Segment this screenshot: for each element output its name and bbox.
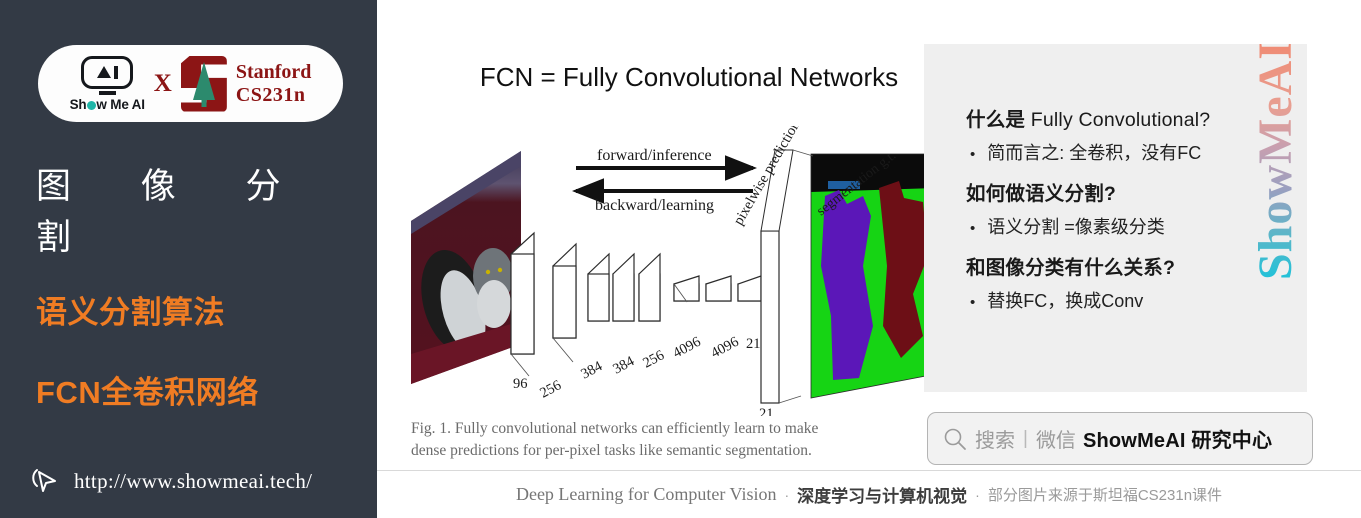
panel-bullet-2: • 语义分割 =像素级分类 (966, 213, 1254, 239)
showmeai-watermark: ShowMeAI (1248, 44, 1303, 280)
backward-label: backward/learning (595, 197, 714, 214)
panel-bullet-1: • 简而言之: 全卷积，没有FC (966, 139, 1254, 165)
panel-heading-1-regular: Fully Convolutional? (1025, 109, 1211, 131)
brand-logo-pill: Sh w Me AI X Stanford CS231n (38, 45, 343, 122)
panel-heading-2: 如何做语义分割? (966, 183, 1117, 205)
ai-badge-icon (81, 55, 134, 89)
panel-bullet-3-text: 替换FC，换成Conv (987, 291, 1144, 311)
ai-badge-stem-icon (98, 90, 116, 95)
sidebar-title: 图 像 分 割 (36, 167, 311, 257)
footer-separator-1: · (784, 486, 790, 503)
figure-caption-line2: dense predictions for per-pixel tasks li… (411, 442, 812, 460)
layer-label-256b: 256 (640, 347, 667, 371)
panel-bullet-3: • 替换FC，换成Conv (966, 287, 1254, 313)
logo-cross-label: X (153, 69, 172, 97)
showmeai-logo-label: Sh w Me AI (69, 96, 145, 112)
sidebar: Sh w Me AI X Stanford CS231n 图 像 分 割 语义分割… (0, 0, 377, 518)
layer-label-384a: 384 (578, 358, 605, 383)
stanford-tree-seal-icon (180, 55, 227, 112)
main-content: FCN = Fully Convolutional Networks forwa… (377, 0, 1361, 518)
cursor-pointer-icon (32, 469, 56, 492)
info-panel: ShowMeAI 什么是 Fully Convolutional? • 简而言之… (924, 44, 1307, 392)
footer-text-note: 部分图片来源于斯坦福CS231n课件 (987, 487, 1223, 504)
sidebar-headline-2: FCN全卷积网络 (36, 375, 259, 410)
footer-text-cn: 深度学习与计算机视觉 (797, 487, 968, 506)
footer-bar: Deep Learning for Computer Vision · 深度学习… (377, 470, 1361, 518)
stanford-course-label: Stanford CS231n (236, 61, 312, 107)
layer-label-21: 21 (746, 336, 761, 352)
search-separator: | (1023, 427, 1028, 449)
layer-label-96: 96 (513, 376, 528, 392)
figure-caption-line1: Fig. 1. Fully convolutional networks can… (411, 420, 819, 437)
layer-label-256a: 256 (537, 377, 564, 401)
slide-root: Sh w Me AI X Stanford CS231n 图 像 分 割 语义分割… (0, 0, 1361, 518)
showmeai-logo: Sh w Me AI (69, 55, 145, 112)
footer-separator-2: · (975, 486, 980, 503)
stanford-line1: Stanford (235, 60, 312, 83)
segmentation-output-plane (810, 153, 937, 399)
sidebar-headline-1: 语义分割算法 (36, 295, 225, 330)
layer-label-4096b: 4096 (708, 334, 741, 362)
output-depth-label: 21 (759, 406, 774, 416)
panel-bullet-2-text: 语义分割 =像素级分类 (987, 217, 1165, 237)
stanford-line2: CS231n (235, 83, 306, 106)
layer-label-384b: 384 (610, 353, 637, 378)
layer-label-4096a: 4096 (670, 334, 703, 362)
search-value: ShowMeAI 研究中心 (1082, 430, 1273, 452)
search-placeholder-label: 搜索 (975, 430, 1015, 452)
panel-heading-1: 什么是 Fully Convolutional? (966, 103, 1254, 132)
fcn-architecture-figure: forward/inference backward/learning pixe… (411, 126, 937, 416)
panel-bullet-1-text: 简而言之: 全卷积，没有FC (987, 143, 1202, 163)
search-magnifier-icon (944, 428, 966, 450)
figure-caption: Fig. 1. Fully convolutional networks can… (411, 418, 956, 463)
bullet-marker-icon: • (970, 294, 976, 311)
bullet-marker-icon: • (970, 146, 976, 163)
panel-heading-1-bold: 什么是 (966, 109, 1026, 131)
forward-label: forward/inference (597, 147, 712, 164)
sidebar-website-link[interactable]: http://www.showmeai.tech/ (30, 466, 312, 496)
bullet-marker-icon: • (970, 220, 976, 237)
direction-arrows (572, 155, 757, 204)
footer-text-en: Deep Learning for Computer Vision (515, 484, 777, 504)
search-channel-label: 微信 (1035, 430, 1076, 452)
sidebar-url-label: http://www.showmeai.tech/ (74, 468, 313, 493)
input-image-plane (411, 151, 521, 384)
wechat-search-box[interactable]: 搜索 | 微信 ShowMeAI 研究中心 (927, 412, 1313, 465)
panel-heading-3: 和图像分类有什么关系? (966, 257, 1176, 279)
